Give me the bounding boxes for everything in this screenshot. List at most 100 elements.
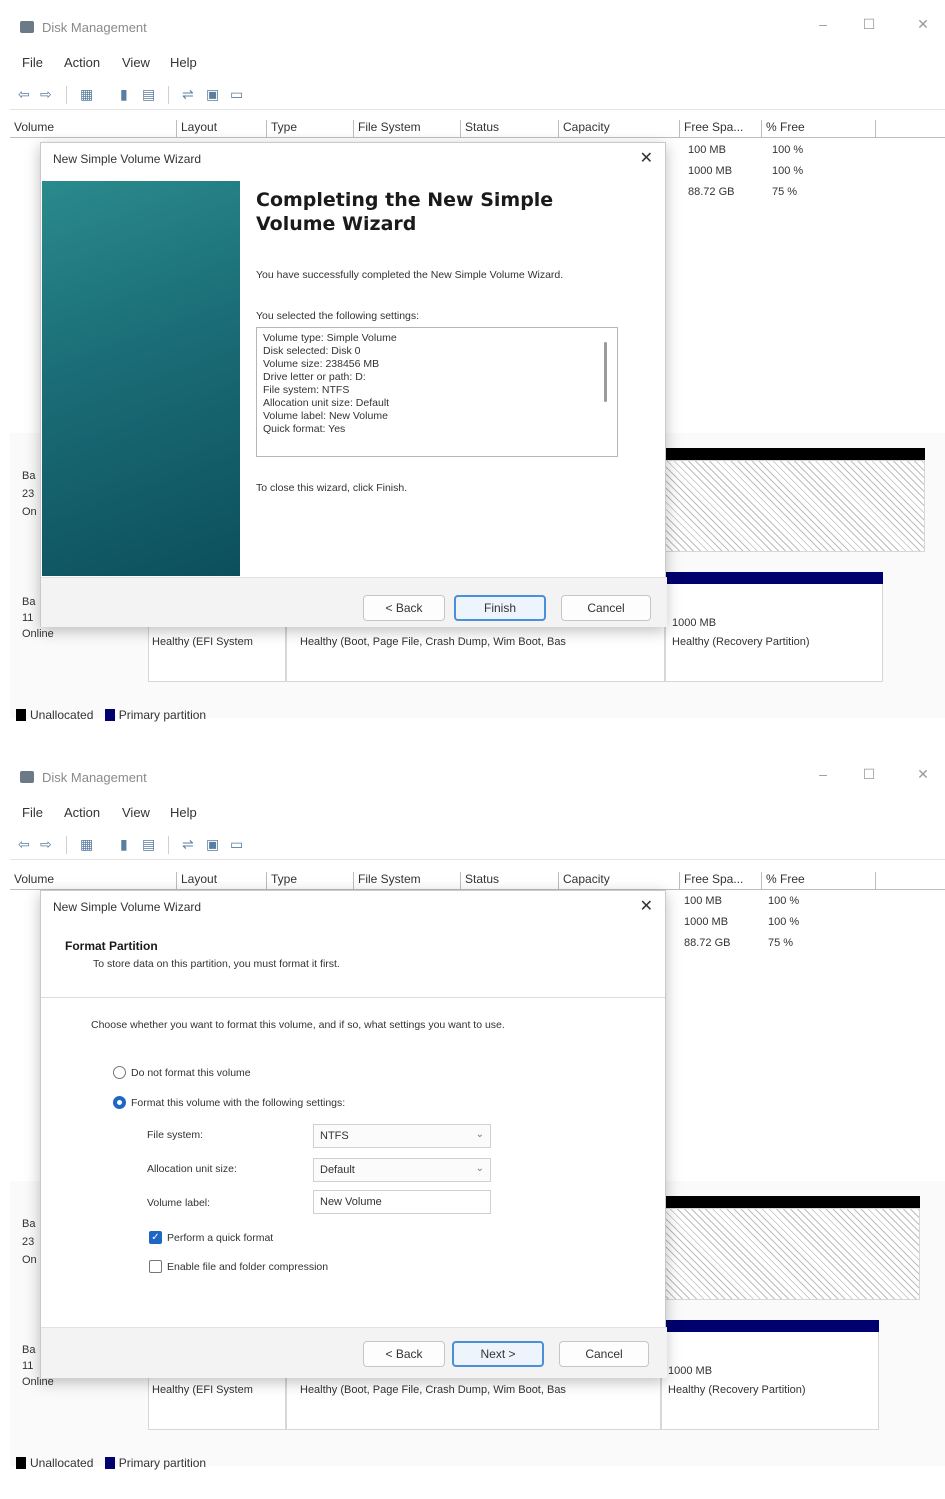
col-file-system[interactable]: File System (353, 120, 421, 138)
col-percent-free[interactable]: % Free (761, 120, 876, 138)
col-layout[interactable]: Layout (176, 872, 217, 890)
quick-format-checkbox[interactable]: ✓ (149, 1231, 162, 1244)
file-system-value: NTFS (320, 1130, 349, 1142)
back-arrow-icon[interactable]: ⇦ (18, 86, 30, 103)
do-not-format-radio[interactable] (113, 1066, 126, 1079)
compression-label[interactable]: Enable file and folder compression (167, 1260, 328, 1274)
col-status[interactable]: Status (460, 120, 499, 138)
menu-file[interactable]: File (22, 805, 43, 820)
dialog-title: New Simple Volume Wizard (53, 900, 202, 914)
view-icon[interactable]: ▭ (230, 86, 243, 103)
back-button[interactable]: < Back (363, 595, 445, 621)
cancel-button[interactable]: Cancel (559, 1341, 649, 1367)
col-file-system[interactable]: File System (353, 872, 421, 890)
help-icon[interactable]: ▮ (120, 836, 128, 853)
col-layout[interactable]: Layout (176, 120, 217, 138)
dialog-close-icon[interactable]: ✕ (640, 148, 653, 168)
title-bar: Disk Management – ☐ ✕ (10, 8, 945, 46)
do-not-format-label[interactable]: Do not format this volume (131, 1066, 251, 1080)
volume-list-header: Volume Layout Type File System Status Ca… (10, 118, 945, 138)
properties-icon[interactable]: ▤ (142, 836, 155, 853)
setting-line: Quick format: Yes (263, 423, 346, 435)
col-type[interactable]: Type (266, 120, 297, 138)
allocation-unit-select[interactable]: Default ⌄ (313, 1158, 491, 1182)
settings-intro: You selected the following settings: (256, 310, 420, 322)
col-type[interactable]: Type (266, 872, 297, 890)
col-capacity[interactable]: Capacity (558, 120, 610, 138)
maximize-button[interactable]: ☐ (856, 16, 882, 33)
title-bar: Disk Management – ☐ ✕ (10, 758, 945, 796)
free-space-cell: 88.72 GB (688, 186, 735, 198)
settings-summary-box[interactable]: Volume type: Simple Volume Disk selected… (256, 327, 618, 457)
col-volume[interactable]: Volume (10, 872, 54, 890)
percent-free-cell: 100 % (772, 144, 804, 156)
close-button[interactable]: ✕ (910, 16, 936, 33)
close-instruction: To close this wizard, click Finish. (256, 482, 408, 494)
refresh-icon[interactable]: ▣ (206, 86, 219, 103)
help-icon[interactable]: ▮ (120, 86, 128, 103)
percent-free-cell: 100 % (772, 165, 804, 177)
menu-help[interactable]: Help (170, 805, 197, 820)
disk-management-window-1: Disk Management – ☐ ✕ File Action View H… (10, 8, 945, 743)
menu-action[interactable]: Action (64, 55, 100, 70)
finish-button[interactable]: Finish (454, 595, 546, 621)
unallocated-region[interactable] (661, 1208, 920, 1300)
settings-scrollbar[interactable] (604, 342, 607, 402)
toolbar: ⇦ ⇨ ▦ ▮ ▤ ⇌ ▣ ▭ (10, 830, 945, 860)
setting-line: Drive letter or path: D: (263, 371, 366, 383)
menu-file[interactable]: File (22, 55, 43, 70)
dialog-close-icon[interactable]: ✕ (640, 896, 653, 916)
rescan-icon[interactable]: ⇌ (182, 86, 194, 103)
disk-list-icon[interactable]: ▦ (80, 86, 93, 103)
volume-label-value: New Volume (320, 1196, 382, 1208)
menu-help[interactable]: Help (170, 55, 197, 70)
col-percent-free[interactable]: % Free (761, 872, 876, 890)
back-arrow-icon[interactable]: ⇦ (18, 836, 30, 853)
setting-line: Volume label: New Volume (263, 410, 388, 422)
menu-view[interactable]: View (122, 55, 150, 70)
efi-partition-status: Healthy (EFI System (152, 1384, 253, 1396)
free-space-cell: 88.72 GB (684, 937, 731, 949)
col-free-space[interactable]: Free Spa... (679, 872, 743, 890)
close-button[interactable]: ✕ (910, 766, 936, 783)
refresh-icon[interactable]: ▣ (206, 836, 219, 853)
unallocated-swatch (16, 1457, 26, 1469)
minimize-button[interactable]: – (810, 766, 836, 782)
view-icon[interactable]: ▭ (230, 836, 243, 853)
forward-arrow-icon[interactable]: ⇨ (40, 86, 52, 103)
boot-partition-status: Healthy (Boot, Page File, Crash Dump, Wi… (300, 1384, 566, 1396)
maximize-button[interactable]: ☐ (856, 766, 882, 783)
properties-icon[interactable]: ▤ (142, 86, 155, 103)
minimize-button[interactable]: – (810, 16, 836, 32)
next-button[interactable]: Next > (452, 1341, 544, 1367)
primary-swatch (104, 709, 115, 721)
free-space-cell: 100 MB (688, 144, 726, 156)
recovery-size: 1000 MB (668, 1365, 713, 1377)
col-capacity[interactable]: Capacity (558, 872, 610, 890)
menu-action[interactable]: Action (64, 805, 100, 820)
volume-label-input[interactable]: New Volume (313, 1190, 491, 1214)
primary-partition-bar (661, 1320, 879, 1332)
disk-list-icon[interactable]: ▦ (80, 836, 93, 853)
cancel-button[interactable]: Cancel (561, 595, 651, 621)
menu-view[interactable]: View (122, 805, 150, 820)
quick-format-label[interactable]: Perform a quick format (167, 1231, 273, 1245)
efi-partition-status: Healthy (EFI System (152, 636, 253, 648)
col-status[interactable]: Status (460, 872, 499, 890)
compression-checkbox[interactable] (149, 1260, 162, 1273)
legend: Unallocated Primary partition (16, 708, 206, 722)
forward-arrow-icon[interactable]: ⇨ (40, 836, 52, 853)
col-free-space[interactable]: Free Spa... (679, 120, 743, 138)
toolbar: ⇦ ⇨ ▦ ▮ ▤ ⇌ ▣ ▭ (10, 80, 945, 110)
file-system-select[interactable]: NTFS ⌄ (313, 1124, 491, 1148)
format-volume-radio[interactable] (113, 1096, 126, 1109)
rescan-icon[interactable]: ⇌ (182, 836, 194, 853)
col-volume[interactable]: Volume (10, 120, 54, 138)
allocation-unit-label: Allocation unit size: (147, 1163, 237, 1175)
dialog-title: New Simple Volume Wizard (53, 152, 202, 166)
back-button[interactable]: < Back (363, 1341, 445, 1367)
legend-primary: Primary partition (118, 708, 207, 722)
unallocated-region[interactable] (665, 460, 925, 552)
disk0-size: 23 (22, 1236, 35, 1248)
format-volume-label[interactable]: Format this volume with the following se… (131, 1096, 345, 1110)
